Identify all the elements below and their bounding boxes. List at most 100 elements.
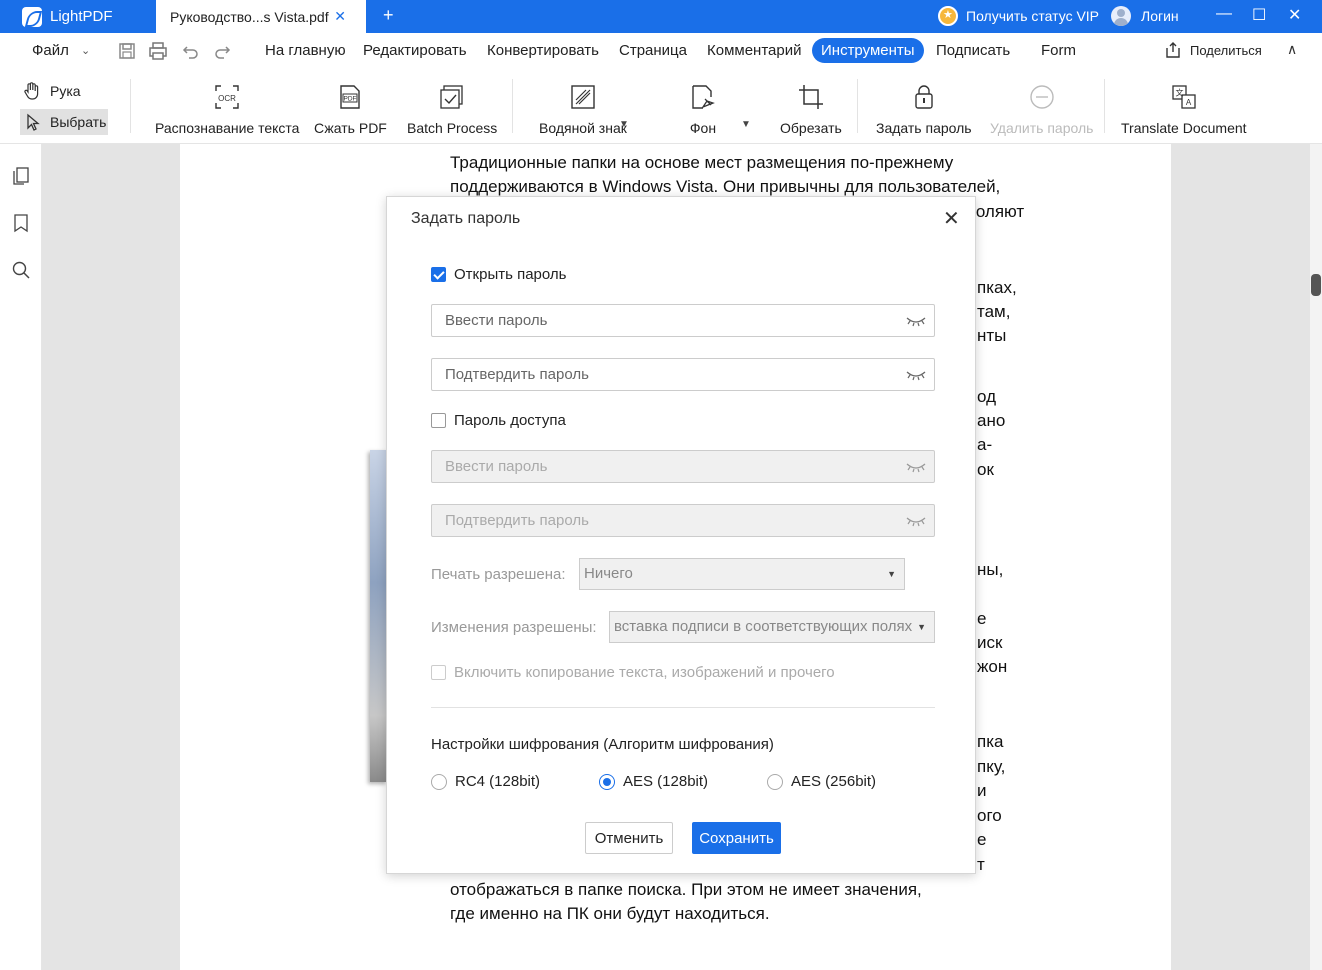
confirm-open-password-field[interactable] (431, 358, 935, 391)
radio-button[interactable] (767, 773, 783, 790)
eye-closed-icon[interactable] (906, 460, 926, 474)
menu-home[interactable]: На главную (265, 42, 346, 59)
ocr-icon: OCR (215, 85, 239, 109)
watermark-dropdown-icon[interactable]: ▼ (619, 119, 629, 130)
toolbar-divider (512, 79, 513, 133)
collapse-ribbon-icon[interactable]: ∧ (1287, 41, 1297, 58)
ocr-tool[interactable]: OCR Распознавание текста (155, 83, 299, 136)
access-password-input[interactable] (432, 451, 902, 482)
doc-fragment: жон (977, 657, 1008, 676)
menu-sign[interactable]: Подписать (936, 42, 1010, 59)
compress-pdf-label: Сжать PDF (314, 120, 387, 136)
watermark-tool[interactable]: Водяной знак (539, 83, 627, 136)
copy-permission-checkbox-row[interactable]: Включить копирование текста, изображений… (431, 664, 835, 681)
radio-button[interactable] (431, 773, 447, 790)
hand-icon (24, 82, 39, 100)
menu-comment[interactable]: Комментарий (707, 42, 801, 59)
vertical-scrollbar[interactable] (1310, 144, 1322, 970)
open-password-field[interactable] (431, 304, 935, 337)
compress-pdf-tool[interactable]: PDF Сжать PDF (314, 83, 387, 136)
hand-label: Рука (50, 83, 81, 99)
access-password-checkbox-row[interactable]: Пароль доступа (431, 412, 566, 429)
print-permission-select[interactable]: Ничего ▼ (579, 558, 905, 590)
login-button[interactable]: Логин (1111, 6, 1179, 26)
minimize-button[interactable]: — (1216, 5, 1232, 23)
save-icon[interactable] (117, 41, 137, 61)
ocr-label: Распознавание текста (155, 120, 300, 136)
search-icon[interactable] (11, 260, 31, 280)
login-label: Логин (1141, 8, 1179, 24)
open-password-input[interactable] (432, 305, 902, 336)
scrollbar-thumb[interactable] (1311, 274, 1321, 296)
doc-fragment: нты (977, 326, 1007, 345)
share-button[interactable]: Поделиться (1164, 41, 1262, 59)
cancel-button[interactable]: Отменить (585, 822, 673, 854)
remove-password-tool[interactable]: Удалить пароль (990, 83, 1093, 136)
set-password-tool[interactable]: Задать пароль (876, 83, 972, 136)
save-button[interactable]: Сохранить (692, 822, 781, 854)
app-tab[interactable]: LightPDF (22, 0, 113, 33)
batch-process-icon (440, 85, 463, 109)
background-tool[interactable]: Фон (689, 83, 717, 136)
translate-document-label: Translate Document (1121, 120, 1247, 136)
doc-line: отображаться в папке поиска. При этом не… (450, 880, 922, 899)
menu-page[interactable]: Страница (619, 42, 687, 59)
doc-fragment: иск (977, 633, 1003, 652)
changes-permission-select[interactable]: вставка подписи в соответствующих полях … (609, 611, 935, 643)
toolbar-divider (857, 79, 858, 133)
crop-tool[interactable]: Обрезать (780, 83, 842, 136)
access-password-checkbox[interactable] (431, 413, 446, 428)
print-permission-value: Ничего (584, 565, 633, 582)
bookmark-icon[interactable] (11, 213, 31, 233)
remove-icon (1030, 85, 1054, 109)
chevron-down-icon[interactable]: ⌄ (81, 44, 90, 57)
radio-aes-128[interactable]: AES (128bit) (599, 773, 708, 790)
vip-button[interactable]: Получить статус VIP (938, 6, 1099, 26)
doc-fragment: пка (977, 732, 1004, 751)
dropdown-caret-icon: ▼ (887, 569, 896, 579)
eye-closed-icon[interactable] (906, 514, 926, 528)
access-password-field[interactable] (431, 450, 935, 483)
confirm-open-password-input[interactable] (432, 359, 902, 390)
redo-icon[interactable] (212, 41, 232, 61)
menu-tools[interactable]: Инструменты (812, 38, 924, 63)
hand-tool[interactable]: Рука (22, 81, 81, 101)
menu-edit[interactable]: Редактировать (363, 42, 467, 59)
eye-closed-icon[interactable] (906, 314, 926, 328)
menu-form[interactable]: Form (1041, 42, 1076, 59)
copy-permission-checkbox[interactable] (431, 665, 446, 680)
select-tool[interactable]: Выбрать (20, 109, 108, 135)
maximize-button[interactable]: ☐ (1252, 5, 1266, 25)
print-icon[interactable] (148, 41, 168, 61)
doc-line: Традиционные папки на основе мест размещ… (450, 153, 954, 172)
batch-process-tool[interactable]: Batch Process (407, 83, 497, 136)
menu-bar: Файл ⌄ На главную Редактировать Конверти… (0, 33, 1322, 69)
open-password-label: Открыть пароль (454, 266, 567, 283)
radio-button[interactable] (599, 773, 615, 790)
watermark-label: Водяной знак (539, 120, 627, 136)
close-icon[interactable]: ✕ (943, 206, 960, 231)
radio-rc4-128[interactable]: RC4 (128bit) (431, 773, 540, 790)
open-password-checkbox[interactable] (431, 267, 446, 282)
set-password-label: Задать пароль (876, 120, 972, 136)
close-tab-icon[interactable]: ✕ (334, 8, 346, 25)
new-tab-button[interactable]: + (383, 5, 394, 26)
open-password-checkbox-row[interactable]: Открыть пароль (431, 266, 566, 283)
dropdown-caret-icon: ▼ (917, 622, 926, 632)
background-dropdown-icon[interactable]: ▼ (741, 119, 751, 130)
menu-file[interactable]: Файл (32, 42, 69, 59)
doc-fragment: а- (977, 435, 993, 454)
pages-icon[interactable] (11, 166, 31, 186)
eye-closed-icon[interactable] (906, 368, 926, 382)
confirm-access-password-input[interactable] (432, 505, 902, 536)
document-tab[interactable]: Руководство...s Vista.pdf ✕ (156, 0, 366, 33)
close-window-button[interactable]: ✕ (1288, 5, 1301, 25)
undo-icon[interactable] (181, 41, 201, 61)
confirm-access-password-field[interactable] (431, 504, 935, 537)
radio-aes-256[interactable]: AES (256bit) (767, 773, 876, 790)
remove-password-label: Удалить пароль (990, 120, 1094, 136)
doc-fragment: ого (977, 806, 1002, 825)
doc-fragment: е (977, 609, 987, 628)
translate-document-tool[interactable]: 文A Translate Document (1121, 83, 1247, 136)
menu-convert[interactable]: Конвертировать (487, 42, 599, 59)
